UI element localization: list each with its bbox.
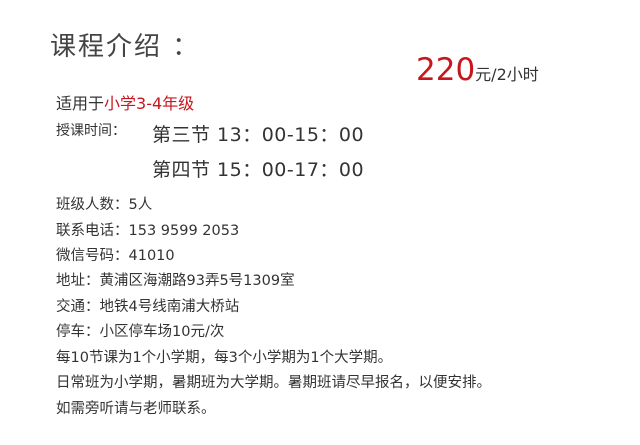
note-line: 每10节课为1个小学期，每3个小学期为1个大学期。 [56,350,393,366]
audience-grade: 小学3-4年级 [104,94,195,113]
note-line: 日常班为小学期，暑期班为大学期。暑期班请尽早报名，以便安排。 [56,375,491,391]
transport: 交通：地铁4号线南浦大桥站 [56,299,240,315]
address: 地址：黄浦区海潮路93弄5号1309室 [56,273,295,289]
schedule-slot: 第三节 13：00-15：00 [152,124,365,146]
parking: 停车：小区停车场10元/次 [56,324,225,340]
audience-prefix: 适用于 [56,94,105,113]
page-title: 课程介绍 ： [50,32,201,62]
price-unit: 元/2小时 [475,65,539,84]
class-size: 班级人数：5人 [56,197,153,213]
audience-line: 适用于小学3-4年级 [56,90,194,114]
schedule-slot: 第四节 15：00-17：00 [152,159,365,181]
wechat-id: 微信号码：41010 [56,248,175,264]
price-tag: 220元/2小时 [416,52,539,88]
price-amount: 220 [416,52,476,88]
schedule-label: 授课时间： [56,123,126,139]
contact-phone: 联系电话：153 9599 2053 [56,223,240,239]
note-line: 如需旁听请与老师联系。 [56,401,216,417]
